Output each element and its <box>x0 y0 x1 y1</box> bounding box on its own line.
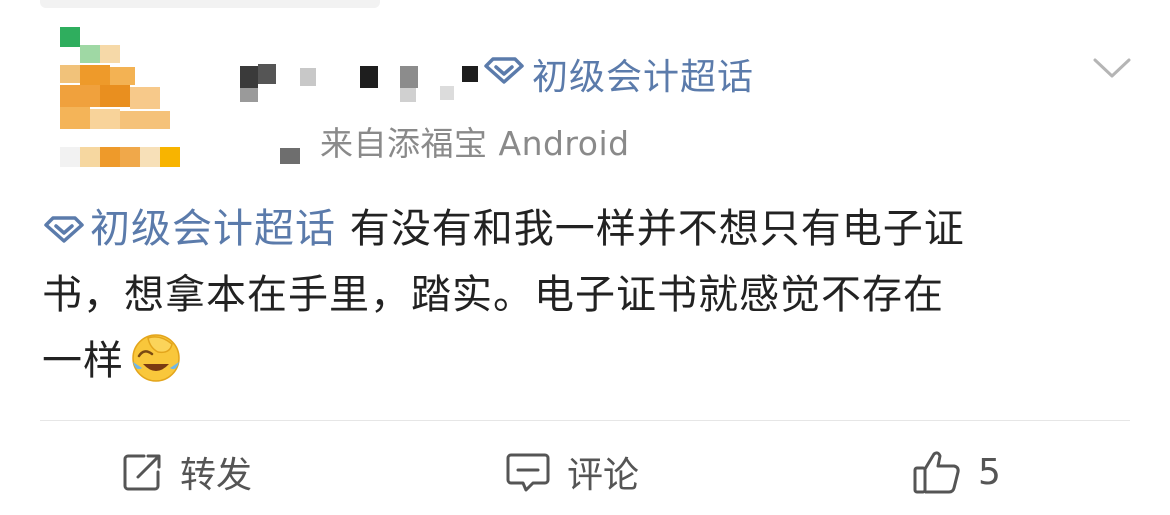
divider <box>40 420 1130 421</box>
topic-link-inline[interactable]: 初级会计超话 <box>42 206 336 252</box>
repost-button[interactable]: 转发 <box>120 440 252 504</box>
thumbs-up-icon <box>912 449 962 495</box>
post-source: 来自添福宝 Android <box>320 124 630 163</box>
diamond-icon <box>44 216 84 243</box>
comment-button[interactable]: 评论 <box>505 440 639 504</box>
topic-link-header[interactable]: 初级会计超话 <box>482 46 754 102</box>
chevron-down-icon[interactable] <box>1092 52 1132 82</box>
diamond-icon <box>482 54 526 95</box>
share-icon <box>120 450 164 494</box>
like-count: 5 <box>978 451 1001 493</box>
laugh-cry-emoji-icon <box>130 332 182 384</box>
repost-label: 转发 <box>180 455 253 496</box>
avatar[interactable] <box>60 27 180 167</box>
topic-label: 初级会计超话 <box>532 57 755 98</box>
content-line-3: 一样 <box>42 338 124 384</box>
content-line-2: 书，想拿本在手里，踏实。电子证书就感觉不存在 <box>42 272 944 318</box>
like-button[interactable]: 5 <box>912 440 1001 504</box>
content-line-1: 有没有和我一样并不想只有电子证 <box>336 206 965 252</box>
previous-card-edge <box>40 0 380 8</box>
comment-icon <box>505 450 551 494</box>
topic-inline-label: 初级会计超话 <box>90 206 336 252</box>
comment-label: 评论 <box>567 455 640 496</box>
post-content: 初级会计超话 有没有和我一样并不想只有电子证 书，想拿本在手里，踏实。电子证书就… <box>42 196 1122 394</box>
